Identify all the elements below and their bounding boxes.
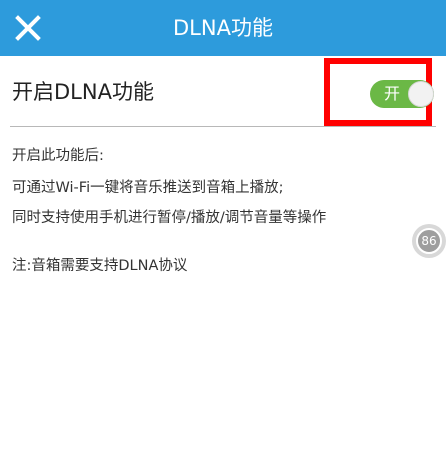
divider	[10, 126, 436, 127]
floating-ball-button[interactable]: 86	[410, 222, 446, 258]
page-title: DLNA功能	[173, 16, 273, 40]
dlna-settings-screen: DLNA功能 开启DLNA功能 开 开启此功能后: 可通过Wi-Fi一键将音乐推…	[0, 0, 446, 461]
description-line-1: 可通过Wi-Fi一键将音乐推送到音箱上播放;	[12, 180, 284, 196]
toggle-knob	[408, 81, 434, 107]
description-line-2: 同时支持使用手机进行暂停/播放/调节音量等操作	[12, 210, 327, 226]
floating-ball-count: 86	[421, 234, 437, 248]
dlna-toggle[interactable]: 开	[370, 80, 434, 108]
toggle-state-label: 开	[384, 84, 401, 103]
description-note: 注:音箱需要支持DLNA协议	[12, 258, 188, 274]
dlna-setting-label: 开启DLNA功能	[12, 80, 154, 104]
header-bar: DLNA功能	[0, 0, 446, 56]
description-heading: 开启此功能后:	[12, 148, 104, 164]
